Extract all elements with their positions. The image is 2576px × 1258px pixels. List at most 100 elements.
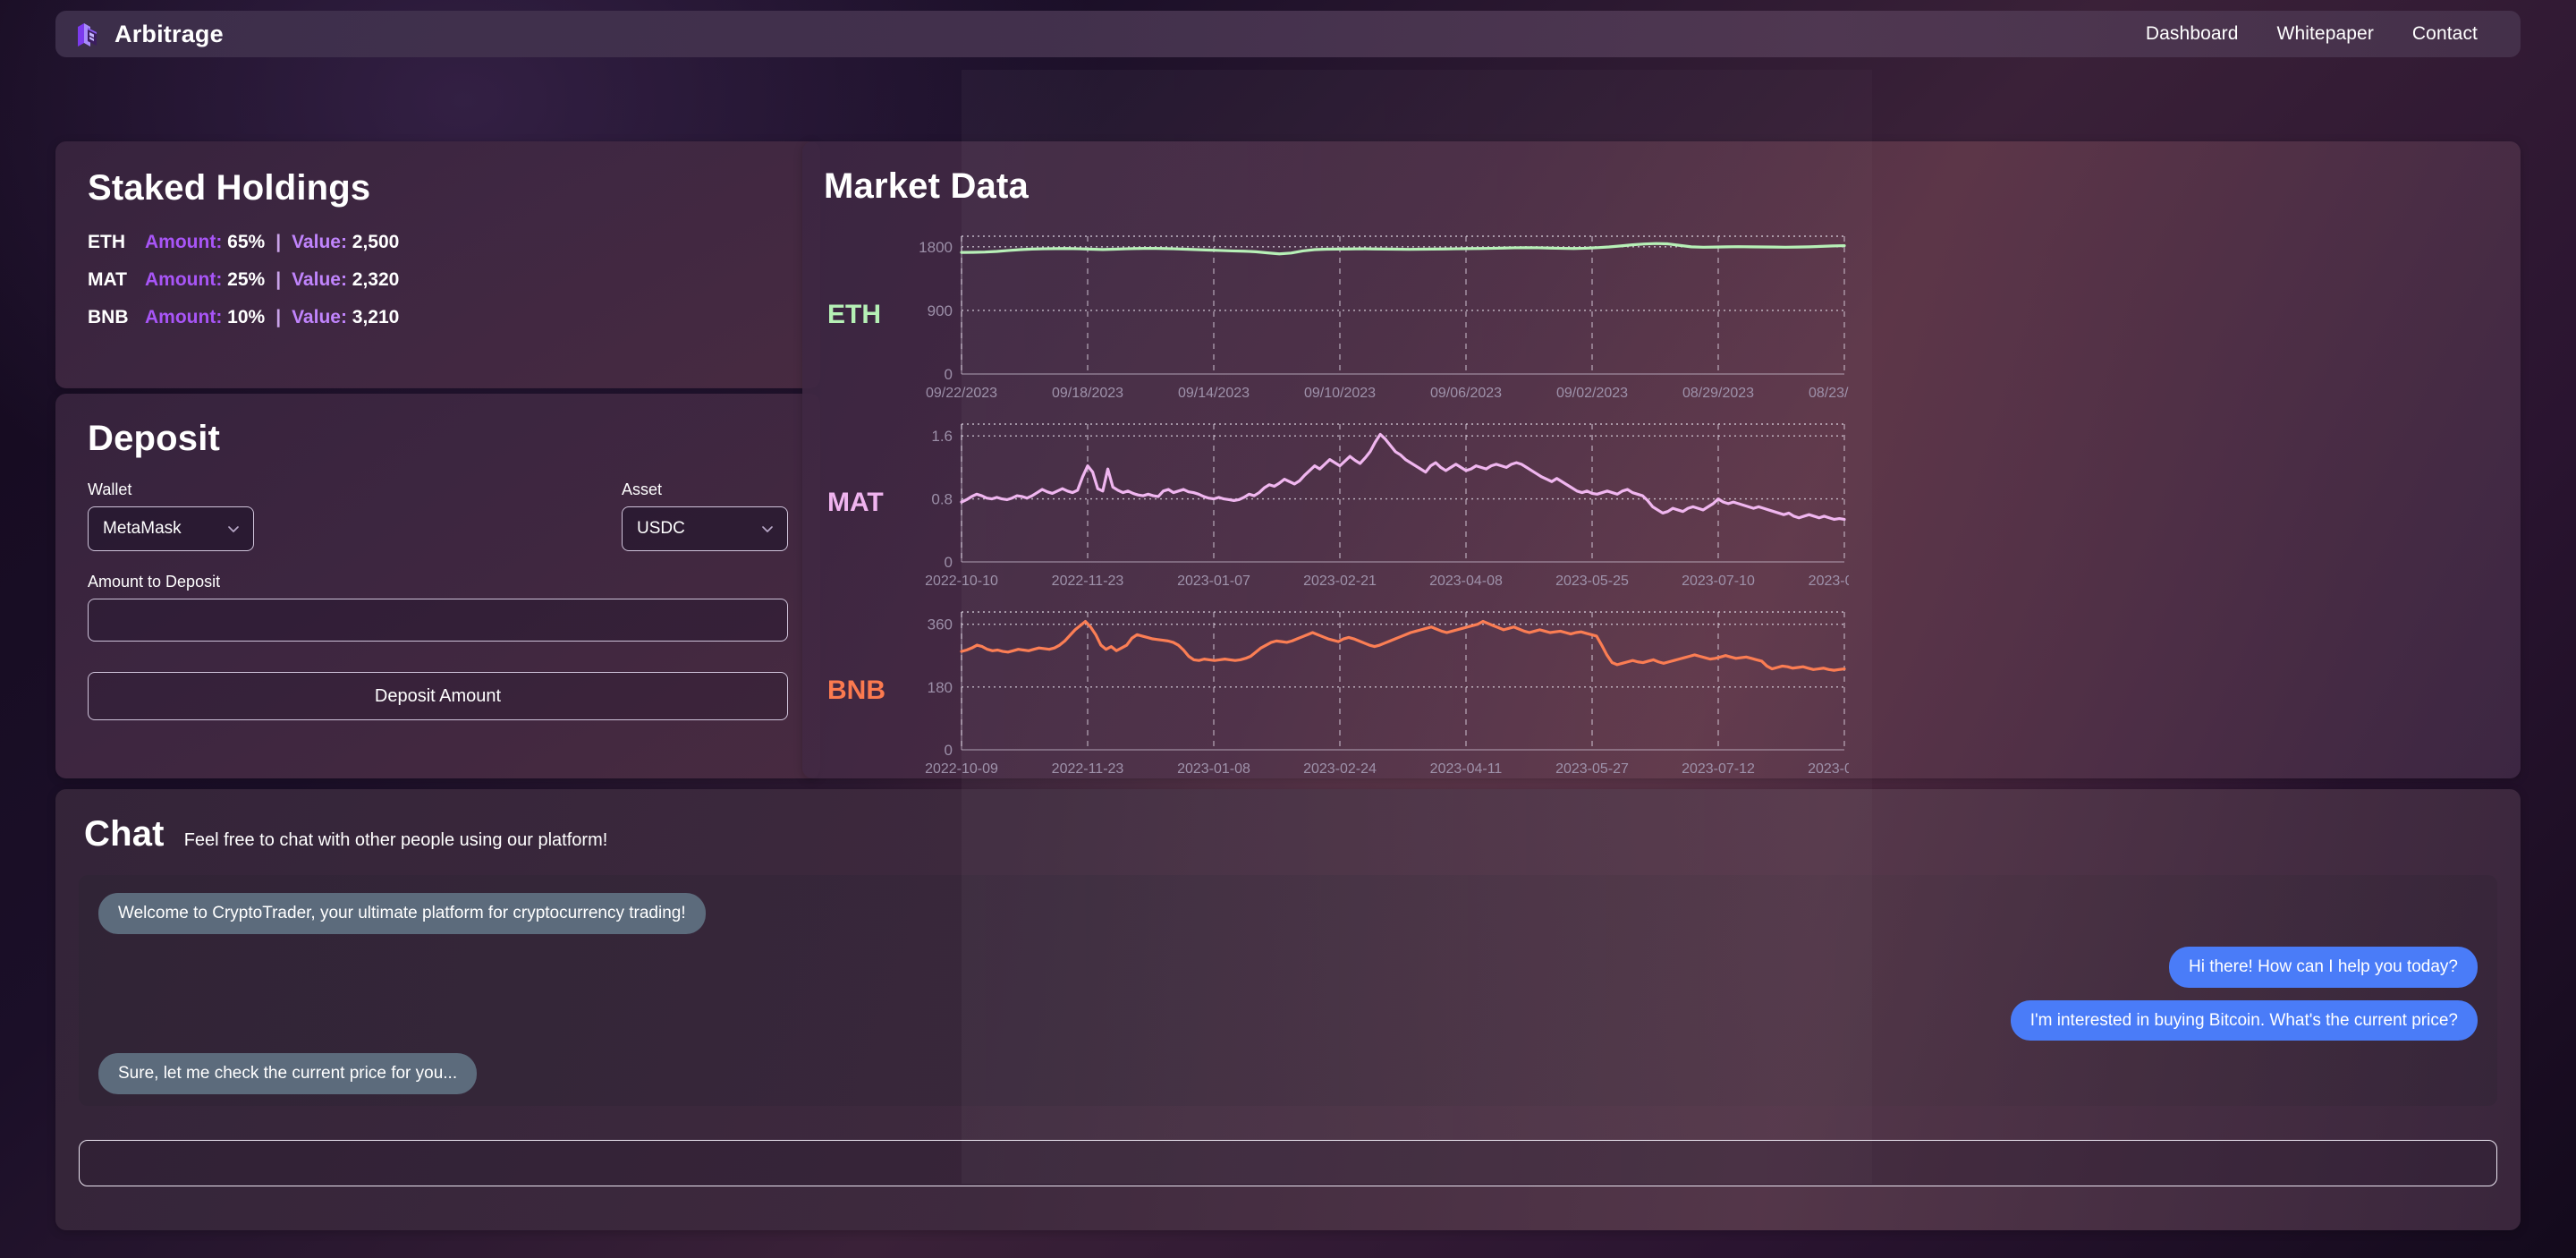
amount-input[interactable] (88, 599, 788, 642)
holding-row: BNB Amount: 10% | Value: 3,210 (88, 307, 788, 328)
chat-bubble-outgoing: I'm interested in buying Bitcoin. What's… (2010, 999, 2478, 1041)
staked-holdings-title: Staked Holdings (88, 168, 371, 208)
chat-bubble-outgoing: Hi there! How can I help you today? (2168, 946, 2478, 988)
amount-label: Amount to Deposit (88, 573, 221, 591)
holding-separator: | (275, 232, 282, 252)
chat-bubble-incoming: Sure, let me check the current price for… (98, 1053, 478, 1094)
chart-row-eth: ETH 09/22/2023 09/18/2023 09/14/2023 09/10/… (824, 221, 2521, 409)
svg-text:09/02/2023: 09/02/2023 (1556, 386, 1628, 401)
holding-value-value: 2,320 (352, 269, 400, 290)
chat-message: Sure, let me check the current price for… (98, 1053, 2478, 1094)
chat-message-list[interactable]: Welcome to CryptoTrader, your ultimate p… (79, 875, 2497, 1106)
holding-amount-label: Amount: (145, 307, 223, 327)
holding-symbol: BNB (88, 307, 129, 327)
wallet-select[interactable]: MetaMask (88, 506, 254, 551)
chat-message: Welcome to CryptoTrader, your ultimate p… (98, 893, 2478, 934)
svg-text:1800: 1800 (919, 239, 953, 256)
nav-link-contact[interactable]: Contact (2412, 23, 2478, 45)
svg-text:2023-05-27: 2023-05-27 (1555, 761, 1629, 777)
chart-row-mat: MAT 2022-10-10 2022-11-23 2023-01-07 2023-0… (824, 409, 2521, 597)
holding-row: ETH Amount: 65% | Value: 2,500 (88, 232, 788, 253)
svg-text:2023-04-11: 2023-04-11 (1430, 761, 1503, 777)
deposit-amount-button[interactable]: Deposit Amount (88, 672, 788, 720)
svg-text:2022-10-09: 2022-10-09 (925, 761, 998, 777)
holding-amount-label: Amount: (145, 269, 223, 290)
chat-card: Chat Feel free to chat with other people… (55, 789, 2521, 1230)
main-nav: Dashboard Whitepaper Contact (2146, 23, 2478, 45)
asset-select[interactable]: USDC (622, 506, 788, 551)
holding-value-label: Value: (292, 307, 347, 327)
chat-message: I'm interested in buying Bitcoin. What's… (98, 999, 2478, 1041)
svg-text:2023-02-21: 2023-02-21 (1303, 574, 1377, 589)
nav-link-whitepaper[interactable]: Whitepaper (2277, 23, 2374, 45)
chart-plot-bnb: 2022-10-09 2022-11-23 2023-01-08 2023-02-24… (892, 601, 1849, 780)
app-header: Arbitrage Dashboard Whitepaper Contact (55, 11, 2521, 57)
svg-text:1.6: 1.6 (931, 428, 953, 445)
svg-text:180: 180 (928, 679, 953, 696)
nav-link-dashboard[interactable]: Dashboard (2146, 23, 2239, 45)
svg-text:2023-01-08: 2023-01-08 (1177, 761, 1250, 777)
svg-text:2023-02-24: 2023-02-24 (1303, 761, 1377, 777)
market-data-card: Market Data ETH 09/22/2023 09/18/2023 09/1… (802, 141, 2521, 778)
svg-text:09/18/2023: 09/18/2023 (1052, 386, 1123, 401)
chat-bubble-incoming: Welcome to CryptoTrader, your ultimate p… (98, 893, 706, 934)
chevron-down-icon (760, 522, 775, 536)
chart-row-bnb: BNB 2022-10-09 2022-11-23 2023-01-08 2023-0… (824, 597, 2521, 785)
svg-text:08/23/2023: 08/23/2023 (1809, 386, 1849, 401)
wallet-field: Wallet MetaMask (88, 480, 254, 551)
holding-amount-label: Amount: (145, 232, 223, 252)
deposit-card: Deposit Wallet MetaMask Asset USDC Amoun… (55, 394, 820, 778)
svg-text:900: 900 (928, 302, 953, 319)
deposit-title: Deposit (88, 419, 221, 458)
svg-text:0: 0 (945, 554, 953, 571)
brand: Arbitrage (75, 19, 224, 49)
chart-plot-mat: 2022-10-10 2022-11-23 2023-01-07 2023-02-21… (892, 413, 1849, 592)
svg-text:2022-10-10: 2022-10-10 (925, 574, 998, 589)
holding-separator: | (275, 269, 282, 290)
chart-symbol-mat: MAT (827, 488, 884, 517)
holding-amount-value: 10% (227, 307, 266, 327)
svg-text:2023-04-08: 2023-04-08 (1429, 574, 1503, 589)
asset-select-value: USDC (637, 519, 685, 538)
svg-text:09/14/2023: 09/14/2023 (1178, 386, 1250, 401)
chevron-down-icon (226, 522, 241, 536)
deposit-selects-row: Wallet MetaMask Asset USDC (88, 480, 788, 551)
asset-field: Asset USDC (622, 480, 788, 551)
holding-symbol: MAT (88, 269, 127, 290)
amount-field: Amount to Deposit (88, 573, 788, 642)
svg-text:2023-07-10: 2023-07-10 (1682, 574, 1755, 589)
svg-text:2023-09-11: 2023-09-11 (1809, 574, 1849, 589)
svg-text:09/22/2023: 09/22/2023 (926, 386, 997, 401)
market-charts: ETH 09/22/2023 09/18/2023 09/14/2023 09/10/… (824, 221, 2521, 785)
svg-text:2023-07-12: 2023-07-12 (1682, 761, 1755, 777)
holdings-list: ETH Amount: 65% | Value: 2,500 MAT Amoun… (88, 232, 788, 328)
staked-holdings-card: Staked Holdings ETH Amount: 65% | Value:… (55, 141, 820, 388)
chart-plot-eth: 09/22/2023 09/18/2023 09/14/2023 09/10/2023… (892, 225, 1849, 404)
holding-value-value: 2,500 (352, 232, 400, 252)
holding-row: MAT Amount: 25% | Value: 2,320 (88, 269, 788, 291)
svg-text:08/29/2023: 08/29/2023 (1682, 386, 1754, 401)
svg-text:0: 0 (945, 742, 953, 759)
holding-amount-value: 65% (227, 232, 266, 252)
svg-text:2023-05-25: 2023-05-25 (1555, 574, 1629, 589)
holding-value-value: 3,210 (352, 307, 400, 327)
svg-text:0: 0 (945, 366, 953, 383)
chart-symbol-bnb: BNB (827, 676, 886, 705)
holding-amount-value: 25% (227, 269, 266, 290)
isometric-cube-logo-icon (75, 19, 102, 49)
market-data-title: Market Data (824, 166, 1029, 206)
wallet-label: Wallet (88, 480, 132, 498)
svg-text:2023-01-07: 2023-01-07 (1177, 574, 1250, 589)
asset-label: Asset (622, 480, 663, 498)
svg-text:0.8: 0.8 (931, 491, 953, 508)
holding-separator: | (275, 307, 282, 327)
chat-header: Chat Feel free to chat with other people… (55, 814, 2521, 854)
svg-text:360: 360 (928, 616, 953, 633)
chat-subtitle: Feel free to chat with other people usin… (183, 830, 608, 850)
chat-input[interactable] (79, 1140, 2497, 1186)
svg-text:09/06/2023: 09/06/2023 (1430, 386, 1502, 401)
svg-text:2023-09-15: 2023-09-15 (1808, 761, 1849, 777)
holding-value-label: Value: (292, 232, 347, 252)
svg-text:09/10/2023: 09/10/2023 (1304, 386, 1376, 401)
chat-title: Chat (84, 814, 165, 854)
